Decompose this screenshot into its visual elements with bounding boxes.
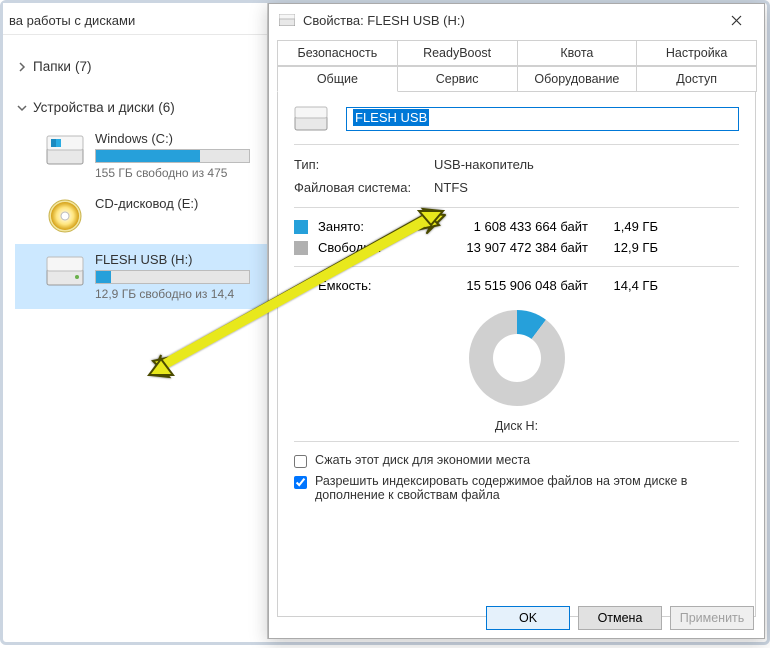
tab-general[interactable]: Общие	[277, 66, 398, 92]
capacity-bytes: 15 515 906 048 байт	[428, 278, 588, 293]
free-bytes: 13 907 472 384 байт	[428, 240, 588, 255]
drive-name: Windows (C:)	[95, 131, 261, 146]
drives-list: Windows (C:) 155 ГБ свободно из 475 CD-д…	[15, 123, 267, 309]
tab-strip: Безопасность ReadyBoost Квота Настройка …	[269, 36, 764, 92]
drive-name: CD-дисковод (E:)	[95, 196, 261, 211]
capacity-gb: 14,4 ГБ	[588, 278, 658, 293]
tree-folders[interactable]: Папки (7)	[15, 53, 267, 80]
chevron-down-icon	[15, 101, 29, 115]
compress-checkbox-row[interactable]: Сжать этот диск для экономии места	[294, 450, 739, 471]
usage-pie-chart	[469, 310, 565, 406]
titlebar: Свойства: FLESH USB (H:)	[269, 4, 764, 36]
dialog-buttons: OK Отмена Применить	[486, 606, 754, 630]
cancel-button[interactable]: Отмена	[578, 606, 662, 630]
drive-item-flesh-usb[interactable]: FLESH USB (H:) 12,9 ГБ свободно из 14,4	[15, 244, 267, 309]
tab-hardware[interactable]: Оборудование	[517, 66, 638, 92]
drive-item-windows[interactable]: Windows (C:) 155 ГБ свободно из 475	[15, 123, 267, 188]
tab-readyboost[interactable]: ReadyBoost	[397, 40, 518, 66]
tab-panel-general: FLESH USB Тип:USB-накопитель Файловая си…	[277, 91, 756, 617]
drive-name: FLESH USB (H:)	[95, 252, 261, 267]
tab-security[interactable]: Безопасность	[277, 40, 398, 66]
drive-usage-bar	[95, 149, 250, 163]
tree-count: (6)	[158, 100, 175, 115]
dialog-title: Свойства: FLESH USB (H:)	[303, 13, 716, 28]
index-checkbox[interactable]	[294, 476, 307, 489]
explorer-pane: ва работы с дисками Папки (7) Устройства…	[3, 3, 268, 639]
ok-button[interactable]: OK	[486, 606, 570, 630]
free-swatch	[294, 241, 308, 255]
hdd-icon	[45, 131, 85, 171]
capacity-label: Емкость:	[318, 278, 428, 293]
filesystem-value: NTFS	[434, 180, 739, 195]
tab-quota[interactable]: Квота	[517, 40, 638, 66]
index-label: Разрешить индексировать содержимое файло…	[315, 474, 739, 502]
apply-button[interactable]: Применить	[670, 606, 754, 630]
hdd-icon	[45, 252, 85, 292]
free-gb: 12,9 ГБ	[588, 240, 658, 255]
pie-label: Диск H:	[294, 419, 739, 433]
chevron-right-icon	[15, 60, 29, 74]
explorer-header: ва работы с дисками	[3, 3, 267, 35]
free-label: Свободно:	[318, 240, 428, 255]
type-value: USB-накопитель	[434, 157, 739, 172]
used-gb: 1,49 ГБ	[588, 219, 658, 234]
drive-free-text: 12,9 ГБ свободно из 14,4	[95, 287, 261, 301]
tree-count: (7)	[75, 59, 92, 74]
used-bytes: 1 608 433 664 байт	[428, 219, 588, 234]
tree-devices[interactable]: Устройства и диски (6)	[15, 94, 267, 121]
tab-sharing[interactable]: Доступ	[636, 66, 757, 92]
cd-icon	[45, 196, 85, 236]
tab-tools[interactable]: Сервис	[397, 66, 518, 92]
drive-icon	[294, 106, 328, 132]
compress-checkbox[interactable]	[294, 455, 307, 468]
type-label: Тип:	[294, 157, 434, 172]
used-label: Занято:	[318, 219, 428, 234]
drive-free-text: 155 ГБ свободно из 475	[95, 166, 261, 180]
compress-label: Сжать этот диск для экономии места	[315, 453, 530, 467]
drive-icon	[279, 14, 295, 26]
close-button[interactable]	[716, 6, 756, 34]
used-swatch	[294, 220, 308, 234]
tree-label: Папки	[33, 59, 71, 74]
tab-customize[interactable]: Настройка	[636, 40, 757, 66]
filesystem-label: Файловая система:	[294, 180, 434, 195]
index-checkbox-row[interactable]: Разрешить индексировать содержимое файло…	[294, 471, 739, 505]
properties-dialog: Свойства: FLESH USB (H:) Безопасность Re…	[268, 3, 765, 639]
drive-name-input[interactable]: FLESH USB	[346, 107, 739, 131]
drive-item-cd[interactable]: CD-дисковод (E:)	[15, 188, 267, 244]
tree-label: Устройства и диски	[33, 100, 154, 115]
drive-usage-bar	[95, 270, 250, 284]
